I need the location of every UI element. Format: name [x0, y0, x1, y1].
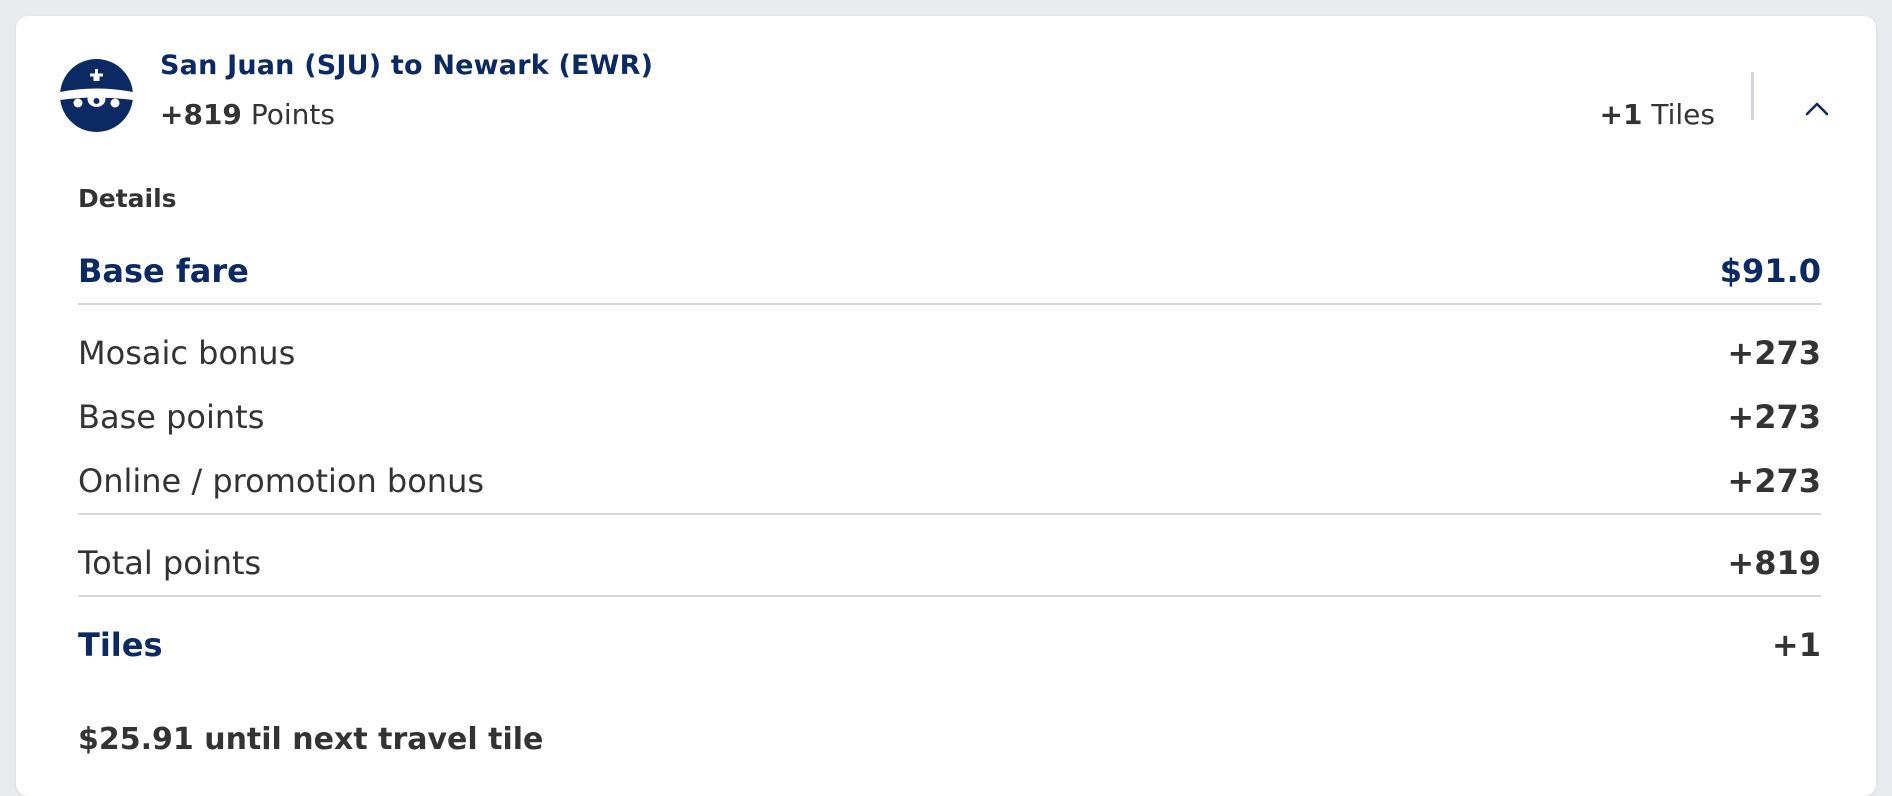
- total-points-label: Total points: [78, 544, 262, 582]
- tiles-value: +1: [1599, 98, 1643, 131]
- next-tile-note: $25.91 until next travel tile: [78, 722, 544, 757]
- flight-points-card: San Juan (SJU) to Newark (EWR) +819 Poin…: [16, 16, 1876, 796]
- divider: [78, 303, 1821, 305]
- promotion-bonus-row: Online / promotion bonus +273: [78, 462, 1821, 500]
- base-fare-label: Base fare: [78, 252, 249, 290]
- tiles-label: Tiles: [1651, 98, 1715, 131]
- tiles-row: Tiles +1: [78, 626, 1821, 664]
- row-value: +273: [1727, 462, 1821, 500]
- header-divider: [1751, 72, 1754, 120]
- row-label: Mosaic bonus: [78, 334, 296, 372]
- divider: [78, 595, 1821, 597]
- points-label: Points: [250, 98, 335, 131]
- row-value: +273: [1727, 334, 1821, 372]
- chevron-up-icon: [1805, 102, 1829, 116]
- row-label: Online / promotion bonus: [78, 462, 485, 500]
- airplane-icon: [60, 59, 133, 132]
- details-label: Details: [78, 184, 177, 213]
- row-value: +273: [1727, 398, 1821, 436]
- points-summary: +819 Points: [160, 98, 335, 131]
- base-points-row: Base points +273: [78, 398, 1821, 436]
- tiles-row-value: +1: [1771, 626, 1821, 664]
- base-fare-row: Base fare $91.0: [78, 252, 1821, 290]
- total-points-value: +819: [1727, 544, 1821, 582]
- route-title: San Juan (SJU) to Newark (EWR): [160, 50, 654, 81]
- total-points-row: Total points +819: [78, 544, 1821, 582]
- row-label: Base points: [78, 398, 265, 436]
- tiles-summary: +1 Tiles: [1600, 98, 1715, 131]
- base-fare-value: $91.0: [1719, 252, 1821, 290]
- tiles-row-label: Tiles: [78, 626, 163, 664]
- divider: [78, 513, 1821, 515]
- collapse-button[interactable]: [1799, 94, 1835, 122]
- mosaic-bonus-row: Mosaic bonus +273: [78, 334, 1821, 372]
- points-value: +819: [160, 98, 242, 131]
